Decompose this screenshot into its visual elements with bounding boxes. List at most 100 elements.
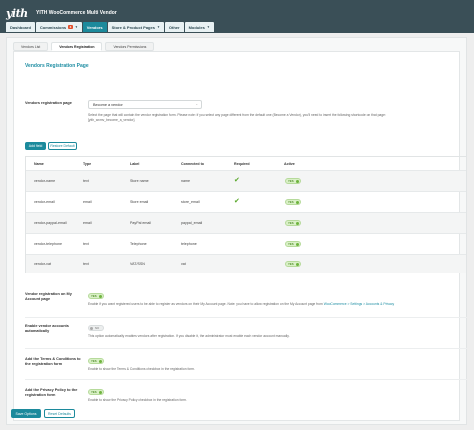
sub-tabs: Vendors List Vendors Registration Vendor… — [13, 42, 155, 51]
nav-modules[interactable]: Modules ▼ — [184, 22, 214, 32]
terms-label-line2: the registration form — [25, 362, 63, 366]
nav-other-label: Other — [168, 24, 180, 30]
chevron-down-icon: ▼ — [206, 25, 210, 29]
toggle-label: YES — [288, 262, 294, 266]
table-row[interactable]: vendor-email email Store email store_ema… — [26, 191, 466, 212]
required-check-icon: ✔ — [234, 198, 240, 205]
nav-commissions-label: Commissions — [39, 24, 67, 30]
my-account-desc-text: Enable if you want registered users to b… — [88, 302, 323, 306]
save-options-button[interactable]: Save Options — [11, 409, 41, 418]
col-header-type: Type — [83, 161, 92, 166]
my-account-label-line1: Vendor registration on My — [25, 292, 72, 296]
nav-store-product-pages[interactable]: Store & Product Pages ▼ — [107, 22, 164, 32]
required-check-icon: ✔ — [234, 177, 240, 184]
chevron-down-icon: ⌄ — [195, 102, 198, 106]
auto-enable-description: This option automatically enables vendor… — [88, 334, 290, 338]
privacy-label-line2: registration form — [25, 393, 56, 397]
yith-logo: yith — [6, 7, 28, 20]
terms-label-line1: Add the Terms & Conditions to — [25, 357, 81, 361]
registration-page-select[interactable]: Become a vendor ⌄ — [88, 100, 202, 109]
toggle-label: YES — [91, 294, 97, 298]
registration-page-description: Select the page that will contain the ve… — [88, 113, 438, 122]
col-header-required: Required — [234, 161, 250, 166]
nav-vendors-label: Vendors — [86, 24, 103, 30]
cell-type: email — [83, 221, 92, 225]
add-field-button[interactable]: Add field — [25, 142, 46, 150]
col-header-active: Active — [284, 161, 295, 166]
active-toggle[interactable]: YES — [285, 199, 301, 205]
active-toggle[interactable]: YES — [285, 261, 301, 267]
cell-type: text — [83, 262, 89, 266]
terms-conditions-description: Enable to show the Terms & Conditions ch… — [88, 367, 195, 371]
nav-dashboard-label: Dashboard — [10, 24, 31, 30]
cell-connected: paypal_email — [181, 221, 203, 225]
tab-vendors-registration[interactable]: Vendors Registration — [51, 42, 103, 51]
toggle-label: YES — [91, 390, 97, 394]
commissions-count-badge: 3 — [68, 25, 73, 29]
privacy-policy-label: Add the Privacy Policy to the registrati… — [25, 388, 87, 398]
toggle-label: NO — [95, 326, 100, 330]
divider — [25, 348, 467, 349]
registration-page-desc-text: Select the page that will contain the ve… — [88, 113, 386, 117]
cell-label: VAT/SSN — [130, 262, 145, 266]
my-account-registration-label: Vendor registration on My Account page — [25, 292, 87, 302]
cell-label: PayPal email — [130, 221, 151, 225]
chevron-down-icon: ▼ — [74, 25, 78, 29]
cell-label: Store name — [130, 179, 149, 183]
chevron-down-icon: ▼ — [156, 25, 160, 29]
toggle-label: YES — [288, 200, 294, 204]
active-toggle[interactable]: YES — [285, 241, 301, 247]
col-header-name: Name — [34, 161, 44, 166]
table-row[interactable]: vendor-telephone text Telephone telephon… — [26, 233, 466, 254]
divider — [25, 379, 467, 380]
table-row[interactable]: vendor-name text Store name name ✔ YES — [26, 170, 466, 191]
cell-type: text — [83, 179, 89, 183]
registration-card: Vendors Registration Page Vendors regist… — [13, 51, 467, 421]
nav-dashboard[interactable]: Dashboard — [6, 22, 35, 32]
terms-conditions-toggle[interactable]: YES — [88, 358, 104, 364]
accounts-privacy-link[interactable]: WooCommerce > Settings > Accounts & Priv… — [324, 302, 395, 306]
toggle-label: YES — [288, 242, 294, 246]
nav-other[interactable]: Other — [164, 22, 184, 32]
nav-commissions[interactable]: Commissions 3 ▼ — [35, 22, 82, 32]
registration-page-value: Become a vendor — [93, 102, 123, 107]
cell-type: email — [83, 200, 92, 204]
my-account-registration-toggle[interactable]: YES — [88, 293, 104, 299]
toggle-label: YES — [288, 179, 294, 183]
tab-vendors-list[interactable]: Vendors List — [13, 42, 49, 51]
auto-enable-toggle[interactable]: NO — [88, 325, 104, 331]
registration-fields-table: Name Type Label Connected to Required Ac… — [25, 156, 467, 273]
shortcode-text: [yith_wcmv_become_a_vendor]. — [88, 117, 136, 122]
cell-connected: name — [181, 179, 190, 183]
table-row[interactable]: vendor-paypal-email email PayPal email p… — [26, 212, 466, 233]
cell-name: vendor-paypal-email — [34, 221, 67, 225]
toggle-label: YES — [288, 221, 294, 225]
cell-connected: store_email — [181, 200, 200, 204]
top-header: yith YITH WooCommerce Multi Vendor Dashb… — [0, 0, 474, 33]
col-header-label: Label — [130, 161, 140, 166]
terms-conditions-label: Add the Terms & Conditions to the regist… — [25, 357, 87, 367]
restore-default-button[interactable]: Restore Default — [48, 142, 77, 150]
active-toggle[interactable]: YES — [285, 178, 301, 184]
tab-vendors-permissions[interactable]: Vendors Permissions — [105, 42, 155, 51]
cell-name: vendor-telephone — [34, 242, 62, 246]
auto-enable-label-line2: automatically — [25, 329, 50, 333]
auto-enable-label: Enable vendor accounts automatically — [25, 324, 87, 334]
nav-vendors[interactable]: Vendors — [82, 22, 107, 32]
settings-panel: Vendors List Vendors Registration Vendor… — [6, 37, 467, 425]
auto-enable-label-line1: Enable vendor accounts — [25, 324, 69, 328]
cell-name: vendor-name — [34, 179, 56, 183]
table-row[interactable]: vendor-vat text VAT/SSN vat YES — [26, 254, 466, 273]
reset-defaults-button[interactable]: Reset Defaults — [44, 409, 75, 418]
registration-page-label: Vendors registration page — [25, 101, 72, 105]
privacy-label-line1: Add the Privacy Policy to the — [25, 388, 78, 392]
privacy-policy-toggle[interactable]: YES — [88, 389, 104, 395]
cell-label: Telephone — [130, 242, 147, 246]
cell-label: Store email — [130, 200, 149, 204]
main-nav: Dashboard Commissions 3 ▼ Vendors Store & … — [6, 22, 214, 32]
section-title: Vendors Registration Page — [25, 63, 89, 69]
cell-name: vendor-email — [34, 200, 55, 204]
plugin-title: YITH WooCommerce Multi Vendor — [36, 10, 117, 16]
nav-modules-label: Modules — [188, 24, 205, 30]
active-toggle[interactable]: YES — [285, 220, 301, 226]
